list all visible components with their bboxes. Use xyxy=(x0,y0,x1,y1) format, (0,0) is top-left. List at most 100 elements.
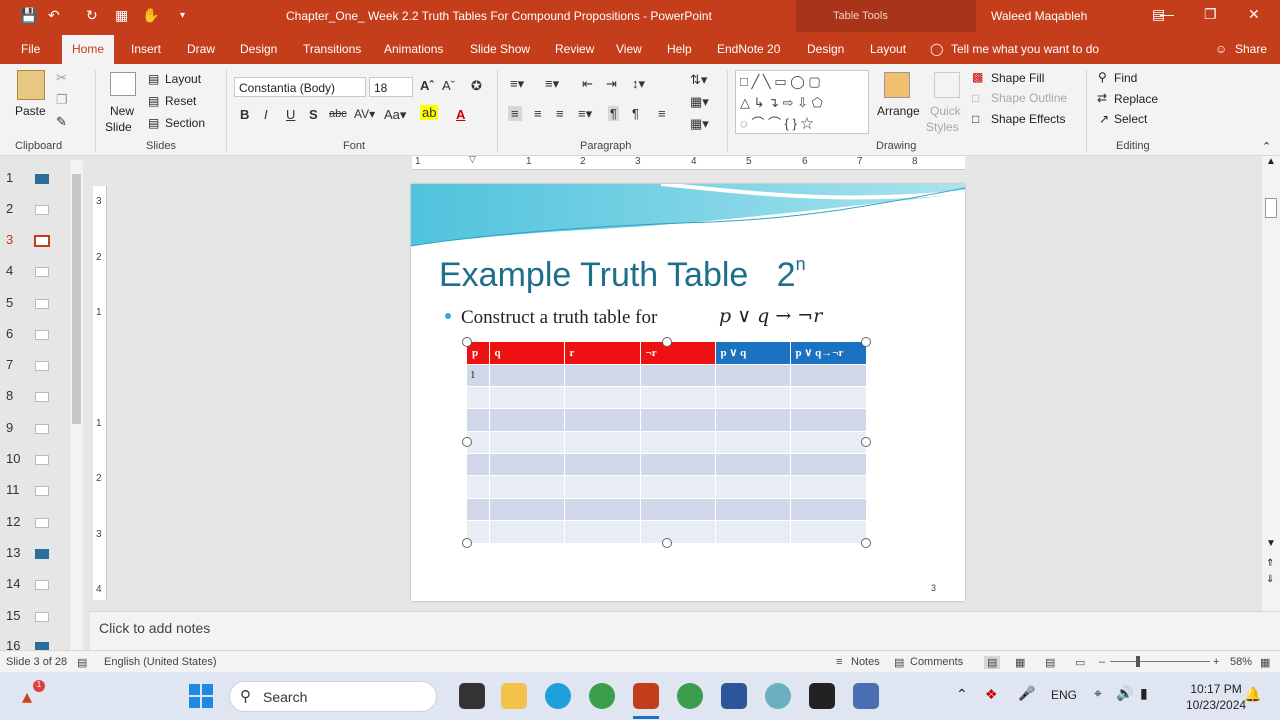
word-icon[interactable] xyxy=(721,683,747,709)
slide-thumbnail[interactable] xyxy=(35,205,49,215)
cut-icon[interactable]: ✂ xyxy=(56,70,67,86)
clock[interactable]: 10:17 PM 10/23/2024 xyxy=(1186,681,1246,713)
table-cell[interactable] xyxy=(790,475,867,499)
table-cell[interactable] xyxy=(790,520,867,544)
table-cell[interactable] xyxy=(790,430,867,454)
table-cell[interactable] xyxy=(467,497,490,521)
thumb-number[interactable]: 11 xyxy=(6,482,20,497)
thumb-number[interactable]: 8 xyxy=(6,388,13,403)
table-row[interactable]: 1 xyxy=(467,363,867,387)
new-slide-label-1[interactable]: New xyxy=(110,104,134,118)
resize-handle[interactable] xyxy=(462,538,472,548)
change-case-icon[interactable]: Aa▾ xyxy=(384,107,406,123)
slide-thumbnail[interactable] xyxy=(35,549,49,559)
table-cell[interactable] xyxy=(790,453,867,476)
align-right-icon[interactable]: ≡ xyxy=(556,106,564,121)
table-cell[interactable]: 1 xyxy=(467,363,490,387)
table-row[interactable] xyxy=(467,453,867,476)
thumb-number[interactable]: 7 xyxy=(6,357,13,372)
table-row[interactable] xyxy=(467,497,867,521)
table-cell[interactable] xyxy=(715,430,791,454)
table-row[interactable] xyxy=(467,408,867,432)
tab-transitions[interactable]: Transitions xyxy=(303,42,361,56)
thumb-number[interactable]: 4 xyxy=(6,263,13,278)
zoom-out-icon[interactable]: – xyxy=(1099,656,1105,668)
share-button[interactable]: Share xyxy=(1235,42,1267,56)
table-cell[interactable] xyxy=(564,385,641,409)
table-cell[interactable] xyxy=(489,408,565,432)
table-cell[interactable] xyxy=(489,363,565,387)
notes-placeholder[interactable]: Click to add notes xyxy=(99,620,210,636)
table-cell[interactable] xyxy=(640,520,716,544)
thumb-number[interactable]: 6 xyxy=(6,326,13,341)
thumb-number-active[interactable]: 3 xyxy=(6,232,13,247)
table-cell[interactable] xyxy=(467,475,490,499)
layout-button[interactable]: Layout xyxy=(165,72,201,86)
replace-button[interactable]: Replace xyxy=(1114,92,1158,106)
close-icon[interactable]: ✕ xyxy=(1248,6,1260,23)
table-cell[interactable] xyxy=(564,408,641,432)
vertical-ruler[interactable]: 3 2 1 1 2 3 4 xyxy=(93,186,107,600)
slide-thumbnail[interactable] xyxy=(35,580,49,590)
table-cell[interactable] xyxy=(715,363,791,387)
grow-font-icon[interactable]: Aˆ xyxy=(420,78,434,93)
table-cell[interactable] xyxy=(640,497,716,521)
volume-icon[interactable]: 🔊 xyxy=(1116,685,1133,702)
table-cell[interactable] xyxy=(640,363,716,387)
slide-thumbnail[interactable] xyxy=(35,361,49,371)
truth-table[interactable]: p q r ¬r p ∨ q p ∨ q→¬r 1 xyxy=(467,342,867,544)
thumb-number[interactable]: 12 xyxy=(6,514,20,529)
clear-format-icon[interactable]: ✪ xyxy=(471,78,482,94)
table-cell[interactable] xyxy=(564,475,641,499)
slide-thumbnail[interactable] xyxy=(35,299,49,309)
touch-mode-icon[interactable]: ✋ xyxy=(142,7,159,24)
scroll-down-icon[interactable]: ▼ xyxy=(1266,538,1276,549)
table-cell[interactable] xyxy=(489,475,565,499)
tab-animations[interactable]: Animations xyxy=(384,42,443,56)
tab-endnote[interactable]: EndNote 20 xyxy=(717,42,780,56)
zoom-in-icon[interactable]: + xyxy=(1213,656,1219,668)
user-name[interactable]: Waleed Maqableh xyxy=(991,9,1087,23)
redo-icon[interactable]: ↻ xyxy=(86,7,98,24)
header-implication[interactable]: p ∨ q→¬r xyxy=(790,342,867,364)
tab-review[interactable]: Review xyxy=(555,42,594,56)
table-cell[interactable] xyxy=(715,453,791,476)
italic-icon[interactable]: I xyxy=(264,107,268,122)
header-r[interactable]: r xyxy=(564,342,641,364)
table-cell[interactable] xyxy=(715,385,791,409)
chrome-icon[interactable] xyxy=(589,683,615,709)
resize-handle[interactable] xyxy=(462,437,472,447)
tab-table-layout[interactable]: Layout xyxy=(870,42,906,56)
section-button[interactable]: Section xyxy=(165,116,205,130)
shape-fill-button[interactable]: Shape Fill xyxy=(991,71,1044,85)
notes-toggle[interactable]: Notes xyxy=(851,656,880,668)
scroll-thumb[interactable] xyxy=(1265,198,1277,218)
shape-outline-button[interactable]: Shape Outline xyxy=(991,91,1067,105)
shadow-icon[interactable]: S xyxy=(309,107,318,122)
spelling-icon[interactable]: ▤ xyxy=(77,656,87,669)
scroll-up-icon[interactable]: ▲ xyxy=(1266,156,1276,167)
edge-icon[interactable] xyxy=(545,683,571,709)
thumb-number[interactable]: 13 xyxy=(6,545,20,560)
slide-thumbnail[interactable] xyxy=(35,424,49,434)
slide-title[interactable]: Example Truth Table 2n xyxy=(439,254,806,295)
thumb-number[interactable]: 5 xyxy=(6,295,13,310)
table-cell[interactable] xyxy=(467,453,490,476)
align-left-icon[interactable]: ≡ xyxy=(508,106,522,121)
recorder-icon[interactable] xyxy=(853,683,879,709)
slide-thumbnail[interactable] xyxy=(35,174,49,184)
reset-button[interactable]: Reset xyxy=(165,94,196,108)
tray-app-icon[interactable]: ❖ xyxy=(985,686,998,703)
present-icon[interactable]: ▦ xyxy=(115,7,128,24)
next-slide-icon[interactable]: ⇓ xyxy=(1266,574,1274,585)
numbering-icon[interactable]: ≡▾ xyxy=(545,76,559,92)
tab-design[interactable]: Design xyxy=(240,42,277,56)
taskbar-search[interactable]: ⚲ Search xyxy=(229,681,437,712)
slide-thumbnail[interactable] xyxy=(35,330,49,340)
chrome-profile-icon[interactable] xyxy=(677,683,703,709)
table-cell[interactable] xyxy=(467,408,490,432)
tab-draw[interactable]: Draw xyxy=(187,42,215,56)
table-cell[interactable] xyxy=(790,497,867,521)
thumb-number[interactable]: 10 xyxy=(6,451,20,466)
powerpoint-icon[interactable] xyxy=(633,683,659,709)
